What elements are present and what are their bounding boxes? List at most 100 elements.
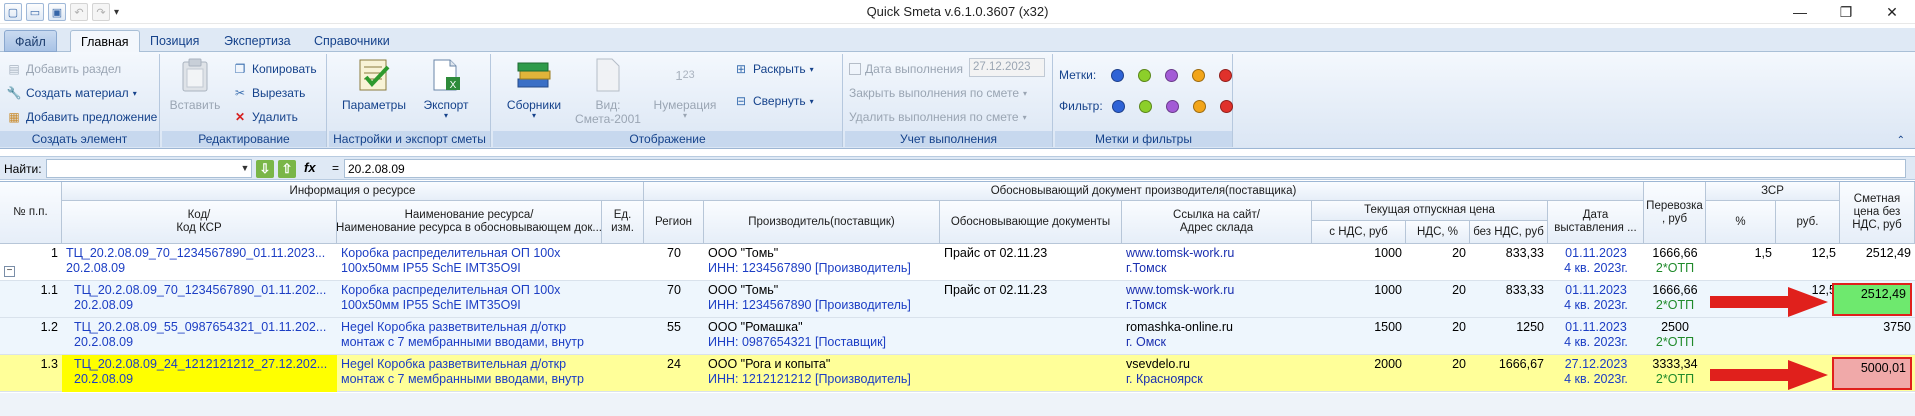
header-price-novat[interactable]: без НДС, руб bbox=[1470, 221, 1548, 244]
add-section-button[interactable]: ▤ Добавить раздел bbox=[6, 58, 121, 80]
name-text: Hegel Коробка разветвительная д/откр bbox=[341, 320, 567, 334]
paste-button[interactable]: Вставить bbox=[166, 56, 224, 130]
filter-green-icon[interactable] bbox=[1138, 99, 1153, 114]
header-code[interactable]: Код/ Код КСР bbox=[62, 201, 337, 244]
view-button[interactable]: Вид: Смета-2001 bbox=[573, 56, 643, 130]
tab-position[interactable]: Позиция bbox=[140, 30, 209, 52]
dropdown-arrow-icon: ▾ bbox=[443, 111, 448, 120]
header-zsr-pct[interactable]: % bbox=[1706, 201, 1776, 244]
header-zsr: ЗСР bbox=[1706, 182, 1840, 201]
site-link[interactable]: www.tomsk-work.ru bbox=[1126, 246, 1308, 261]
header-region[interactable]: Регион bbox=[644, 201, 704, 244]
collapse-button[interactable]: ⊟ Свернуть ▾ bbox=[733, 90, 814, 112]
filter-purple-icon[interactable] bbox=[1165, 99, 1180, 114]
warehouse-address: г.Томск bbox=[1126, 261, 1167, 275]
copy-button[interactable]: ❐ Копировать bbox=[232, 58, 317, 80]
collapse-icon: ⊟ bbox=[735, 94, 747, 108]
search-input[interactable] bbox=[46, 159, 252, 178]
table-row-selected[interactable]: 1.3 ТЦ_20.2.08.09_24_1212121212_27.12.20… bbox=[0, 355, 1915, 392]
warehouse-address: г. Омск bbox=[1126, 335, 1167, 349]
restore-button[interactable]: ❐ bbox=[1823, 0, 1869, 24]
expand-button[interactable]: ⊞ Раскрыть ▾ bbox=[733, 58, 814, 80]
books-icon bbox=[515, 56, 553, 94]
ksr-code-text: 20.2.08.09 bbox=[74, 335, 134, 349]
add-section-icon: ▤ bbox=[8, 62, 20, 76]
header-zsr-rub[interactable]: руб. bbox=[1776, 201, 1840, 244]
filter-red-icon[interactable] bbox=[1219, 99, 1234, 114]
export-button[interactable]: X Экспорт ▾ bbox=[413, 56, 479, 130]
expand-icon: ⊞ bbox=[735, 62, 747, 76]
tab-expertise[interactable]: Экспертиза bbox=[214, 30, 301, 52]
header-documents[interactable]: Обосновывающие документы bbox=[940, 201, 1122, 244]
name2-text: 100х50мм IP55 SchE IMT35O9I bbox=[341, 298, 521, 312]
grid-empty-area bbox=[0, 393, 1915, 416]
header-vat[interactable]: НДС, % bbox=[1406, 221, 1470, 244]
tab-references[interactable]: Справочники bbox=[304, 30, 400, 52]
checkbox-icon[interactable] bbox=[849, 63, 861, 75]
header-current-price: Текущая отпускная цена bbox=[1312, 201, 1548, 221]
mark-orange-icon[interactable] bbox=[1192, 68, 1205, 82]
cell-documents: Прайс от 02.11.23 bbox=[944, 283, 1048, 297]
params-button[interactable]: Параметры bbox=[337, 56, 411, 130]
producer-inn: ИНН: 1212121212 [Производитель] bbox=[708, 372, 911, 386]
mark-blue-icon[interactable] bbox=[1111, 68, 1124, 82]
add-offer-button[interactable]: ▦ Добавить предложение bbox=[6, 106, 157, 128]
site-link[interactable]: vsevdelo.ru bbox=[1126, 357, 1308, 372]
find-next-icon[interactable]: ⇩ bbox=[256, 160, 274, 178]
close-by-estimate-button[interactable]: Закрыть выполнения по смете ▾ bbox=[849, 82, 1027, 104]
table-row[interactable]: 1.1 ТЦ_20.2.08.09_70_1234567890_01.11.20… bbox=[0, 281, 1915, 318]
date-text: 27.12.2023 bbox=[1564, 357, 1628, 371]
header-num[interactable]: № п.п. bbox=[0, 182, 62, 244]
dropdown-arrow-icon: ▾ bbox=[809, 64, 814, 74]
marks-label: Метки: bbox=[1059, 68, 1097, 82]
filter-blue-icon[interactable] bbox=[1111, 99, 1126, 114]
filter-orange-icon[interactable] bbox=[1192, 99, 1207, 114]
header-date[interactable]: Дата выставления ... bbox=[1548, 201, 1644, 244]
transport-value: 2500 bbox=[1661, 320, 1689, 334]
delete-button[interactable]: ✕ Удалить bbox=[232, 106, 298, 128]
cut-button[interactable]: ✂ Вырезать bbox=[232, 82, 305, 104]
numbering-button[interactable]: 123 Нумерация ▾ bbox=[647, 56, 723, 130]
collapse-ribbon-icon[interactable]: ⌃ bbox=[1897, 135, 1905, 146]
delete-by-estimate-button[interactable]: Удалить выполнения по смете ▾ bbox=[849, 106, 1027, 128]
table-row[interactable]: − 1 ТЦ_20.2.08.09_70_1234567890_01.11.20… bbox=[0, 244, 1915, 281]
header-name[interactable]: Наименование ресурса/ Наименование ресур… bbox=[337, 201, 602, 244]
delete-x-icon: ✕ bbox=[234, 110, 246, 124]
wrench-icon: 🔧 bbox=[6, 86, 22, 100]
site-link[interactable]: www.tomsk-work.ru bbox=[1126, 283, 1308, 298]
delete-label: Удалить bbox=[252, 110, 298, 124]
table-row[interactable]: 1.2 ТЦ_20.2.08.09_55_0987654321_01.11.20… bbox=[0, 318, 1915, 355]
mark-green-icon[interactable] bbox=[1138, 68, 1151, 82]
tab-home[interactable]: Главная bbox=[70, 30, 140, 52]
cell-price-novat: 833,33 bbox=[1505, 246, 1544, 260]
formula-input[interactable]: 20.2.08.09 bbox=[344, 159, 1906, 178]
resource-table: № п.п. Информация о ресурсе Обосновывающ… bbox=[0, 181, 1915, 416]
cell-producer: ООО "Томь" ИНН: 1234567890 [Производител… bbox=[704, 281, 940, 318]
add-offer-label: Добавить предложение bbox=[26, 110, 158, 124]
mark-red-icon[interactable] bbox=[1219, 68, 1232, 82]
name2-text: монтаж с 7 мембранными вводами, внутр bbox=[341, 372, 584, 386]
header-unit[interactable]: Ед. изм. bbox=[602, 201, 644, 244]
cell-vat: 20 bbox=[1452, 320, 1466, 334]
site-link[interactable]: romashka-online.ru bbox=[1126, 320, 1308, 335]
create-material-button[interactable]: 🔧 Создать материал ▾ bbox=[6, 82, 137, 104]
search-dropdown-icon[interactable]: ▼ bbox=[238, 159, 252, 178]
header-manufacturer-doc: Обосновывающий документ производителя(по… bbox=[644, 182, 1644, 201]
header-transport[interactable]: Перевозка , руб bbox=[1644, 182, 1706, 244]
header-link[interactable]: Ссылка на сайт/ Адрес склада bbox=[1122, 201, 1312, 244]
header-producer[interactable]: Производитель(поставщик) bbox=[704, 201, 940, 244]
minimize-button[interactable]: — bbox=[1777, 0, 1823, 24]
find-prev-icon[interactable]: ⇧ bbox=[278, 160, 296, 178]
header-price-vat[interactable]: с НДС, руб bbox=[1312, 221, 1406, 244]
cell-date: 01.11.2023 4 кв. 2023г. bbox=[1548, 281, 1644, 318]
cell-transport: 3333,34 2*ОТП bbox=[1644, 355, 1706, 392]
producer-name: ООО "Ромашка" bbox=[708, 320, 803, 334]
close-button[interactable]: ✕ bbox=[1869, 0, 1915, 24]
header-est-price[interactable]: Сметная цена без НДС, руб bbox=[1840, 182, 1915, 244]
group-label: Редактирование bbox=[162, 131, 326, 147]
mark-purple-icon[interactable] bbox=[1165, 68, 1178, 82]
completion-date-input[interactable]: 27.12.2023 bbox=[969, 58, 1045, 77]
date-text: 01.11.2023 bbox=[1565, 246, 1627, 260]
tab-file[interactable]: Файл bbox=[4, 30, 57, 52]
collections-button[interactable]: Сборники ▾ bbox=[497, 56, 571, 130]
